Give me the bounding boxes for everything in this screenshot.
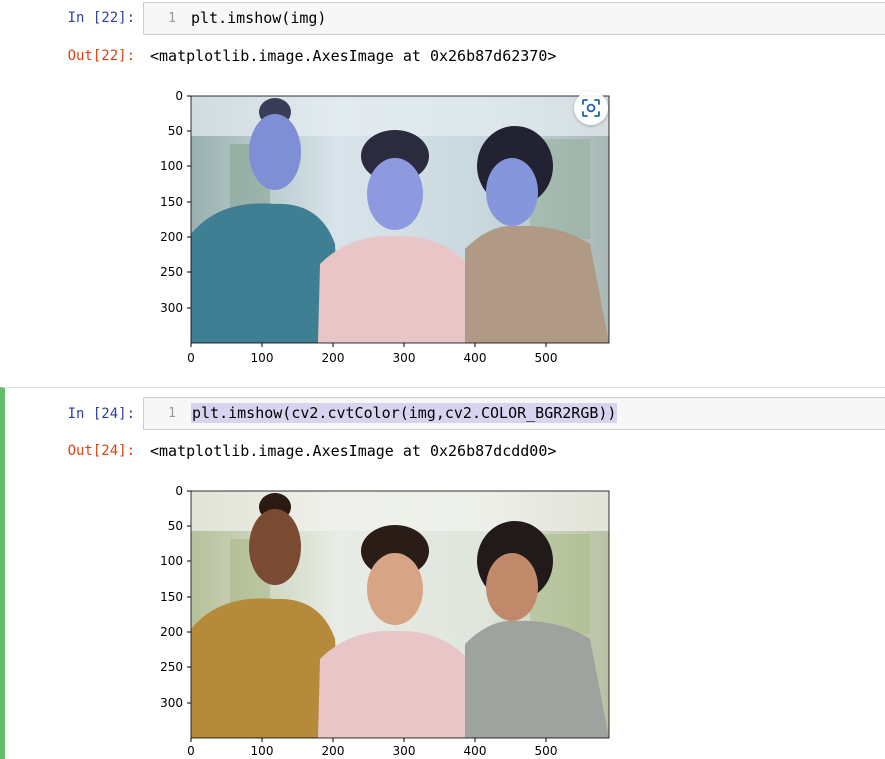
code-line[interactable]: plt.imshow(cv2.cvtColor(img,cv2.COLOR_BG… (191, 403, 618, 423)
x-tick-label: 200 (322, 351, 345, 365)
code-editor[interactable]: 1 plt.imshow(cv2.cvtColor(img,cv2.COLOR_… (143, 397, 885, 430)
x-tick-label: 400 (464, 351, 487, 365)
x-tick-label: 200 (322, 744, 345, 758)
code-line[interactable]: plt.imshow(img) (191, 8, 326, 28)
output-text: <matplotlib.image.AxesImage at 0x26b87dc… (150, 442, 557, 460)
y-tick-label: 150 (160, 590, 183, 604)
image-area (190, 490, 610, 739)
focus-scan-icon[interactable] (574, 91, 608, 125)
x-tick-label: 100 (251, 744, 274, 758)
notebook-cell-22[interactable]: In [22]: 1 plt.imshow(img) Out[22]: <mat… (0, 0, 885, 380)
y-tick-label: 200 (160, 625, 183, 639)
image-area (190, 95, 610, 344)
code-editor[interactable]: 1 plt.imshow(img) (143, 2, 885, 35)
x-tick-label: 500 (535, 744, 558, 758)
y-axis: 0 50 100 150 200 250 300 (160, 484, 191, 710)
x-tick-label: 500 (535, 351, 558, 365)
output-text: <matplotlib.image.AxesImage at 0x26b87d6… (150, 47, 557, 65)
y-tick-label: 0 (175, 89, 183, 103)
plot-svg: 0 100 200 300 400 500 0 50 100 150 200 2… (160, 484, 610, 758)
line-number: 1 (168, 11, 176, 26)
line-number: 1 (168, 406, 176, 421)
x-tick-label: 400 (464, 744, 487, 758)
x-tick-label: 0 (187, 351, 195, 365)
y-tick-label: 250 (160, 265, 183, 279)
x-tick-label: 0 (187, 744, 195, 758)
y-tick-label: 100 (160, 554, 183, 568)
input-prompt: In [22]: (67, 10, 135, 26)
input-prompt: In [24]: (67, 406, 135, 422)
x-tick-label: 300 (393, 744, 416, 758)
plot-svg: 0 100 200 300 400 500 0 50 100 150 200 2… (160, 89, 610, 365)
imshow-plot: 0 100 200 300 400 500 0 50 100 150 200 2… (150, 84, 620, 374)
y-tick-label: 50 (168, 124, 183, 138)
y-tick-label: 200 (160, 230, 183, 244)
y-tick-label: 300 (160, 696, 183, 710)
x-tick-label: 100 (251, 351, 274, 365)
x-axis: 0 100 200 300 400 500 (187, 738, 557, 758)
imshow-plot: 0 100 200 300 400 500 0 50 100 150 200 2… (150, 479, 620, 759)
y-tick-label: 50 (168, 519, 183, 533)
output-prompt: Out[24]: (67, 443, 135, 459)
y-tick-label: 0 (175, 484, 183, 498)
y-axis: 0 50 100 150 200 250 300 (160, 89, 191, 315)
x-tick-label: 300 (393, 351, 416, 365)
y-tick-label: 300 (160, 301, 183, 315)
y-tick-label: 100 (160, 159, 183, 173)
output-prompt: Out[22]: (67, 48, 135, 64)
notebook-cell-24[interactable]: In [24]: 1 plt.imshow(cv2.cvtColor(img,c… (0, 387, 885, 759)
y-tick-label: 250 (160, 660, 183, 674)
x-axis: 0 100 200 300 400 500 (187, 343, 557, 365)
y-tick-label: 150 (160, 195, 183, 209)
